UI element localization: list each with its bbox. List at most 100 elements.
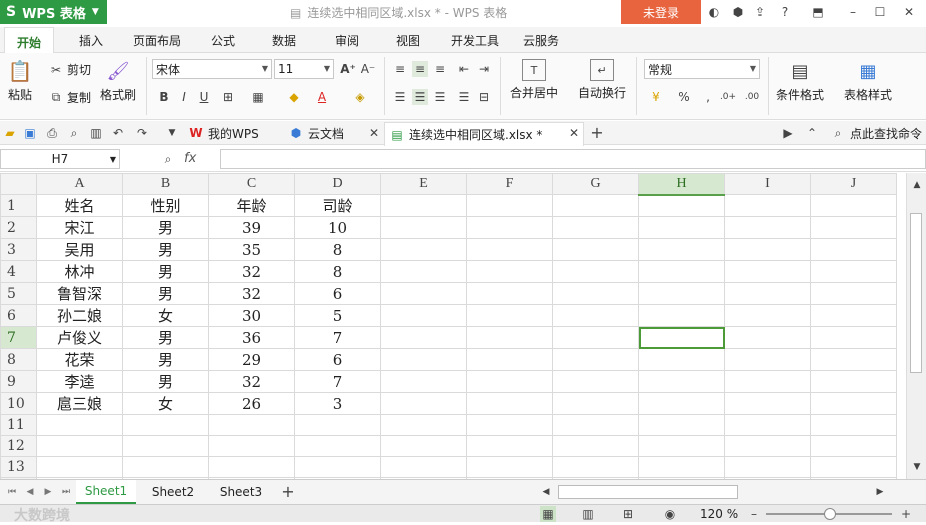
cell[interactable]: 男 [122,348,209,371]
add-sheet-icon[interactable]: + [280,482,296,501]
fill-color-icon[interactable]: ◆ [286,89,302,105]
cell[interactable] [724,456,811,478]
cell[interactable] [638,392,725,415]
cell[interactable]: 39 [208,216,295,239]
reading-mode-icon[interactable]: ◉ [662,506,678,522]
cell[interactable]: 5 [294,304,381,327]
cell[interactable]: 3 [294,392,381,415]
cell[interactable]: 男 [122,282,209,305]
select-all-corner[interactable] [0,173,37,195]
cell[interactable] [810,216,897,239]
scroll-down-icon[interactable]: ▼ [909,459,925,475]
cell[interactable] [466,435,553,457]
share-icon[interactable]: ⇪ [752,4,768,20]
cell[interactable]: 男 [122,260,209,283]
tab-my-wps[interactable]: W 我的WPS [188,121,258,145]
cell[interactable] [638,194,725,217]
cell[interactable]: 30 [208,304,295,327]
tab-review[interactable]: 审阅 [335,32,359,49]
cell[interactable] [724,282,811,305]
last-sheet-icon[interactable]: ⏭ [58,484,74,500]
wrap-text-button[interactable]: ↵ 自动换行 [578,59,626,101]
cell[interactable] [466,414,553,436]
play-icon[interactable]: ▶ [780,125,796,141]
maximize-icon[interactable]: ☐ [872,4,888,20]
cell[interactable] [552,348,639,371]
cell[interactable] [724,435,811,457]
distribute-icon[interactable]: ⊟ [476,89,492,105]
increase-decimal-icon[interactable]: .0+ [720,89,736,105]
cell[interactable] [638,282,725,305]
cell[interactable] [466,456,553,478]
cell[interactable]: 8 [294,238,381,261]
cell[interactable] [552,414,639,436]
close-tab-icon[interactable]: ✕ [366,125,382,141]
cell[interactable]: 女 [122,392,209,415]
cell[interactable]: 26 [208,392,295,415]
preview-icon[interactable]: ⌕ [66,125,82,141]
cell[interactable] [638,414,725,436]
cell[interactable] [380,435,467,457]
row-header[interactable]: 7 [0,326,37,349]
prev-sheet-icon[interactable]: ◀ [22,484,38,500]
cell[interactable] [724,238,811,261]
cell[interactable] [466,326,553,349]
cell[interactable] [552,238,639,261]
decrease-decimal-icon[interactable]: .00 [744,89,760,105]
tab-current-file[interactable]: ▤ 连续选中相同区域.xlsx * [384,122,584,146]
cell[interactable] [122,414,209,436]
italic-icon[interactable]: I [176,89,192,105]
settings-icon[interactable]: ⬢ [730,4,746,20]
cell[interactable] [810,414,897,436]
zoom-in-icon[interactable]: + [898,506,914,522]
cell[interactable] [638,348,725,371]
find-command[interactable]: ⌕ 点此查找命令 [830,121,922,145]
cell[interactable]: 7 [294,370,381,393]
cell[interactable] [552,216,639,239]
align-bottom-icon[interactable]: ≡ [432,61,448,77]
cell[interactable] [466,392,553,415]
name-box[interactable]: H7 ▼ [0,149,120,169]
cell[interactable]: 6 [294,282,381,305]
cell[interactable] [294,456,381,478]
cell[interactable] [810,392,897,415]
cell[interactable] [208,414,295,436]
cell[interactable] [724,370,811,393]
cell[interactable] [380,456,467,478]
cell[interactable] [638,304,725,327]
row-header[interactable]: 4 [0,260,37,283]
cell[interactable] [552,194,639,217]
column-header[interactable]: H [638,173,725,196]
align-middle-icon[interactable]: ≡ [412,61,428,77]
currency-icon[interactable]: ¥ [648,89,664,105]
increase-font-icon[interactable]: A⁺ [340,61,356,77]
cut-button[interactable]: ✂ 剪切 [48,61,91,78]
align-center-icon[interactable]: ☰ [412,89,428,105]
row-header[interactable]: 11 [0,414,37,436]
print-icon[interactable]: ⎙ [44,125,60,141]
cell[interactable]: 7 [294,326,381,349]
cell[interactable] [810,435,897,457]
font-size-select[interactable]: 11 ▼ [274,59,334,79]
open-folder-icon[interactable]: ▰ [2,125,18,141]
sheet-tab-1[interactable]: Sheet1 [76,480,136,504]
skin-icon[interactable]: ◐ [706,4,722,20]
tab-developer[interactable]: 开发工具 [451,32,499,49]
cell[interactable] [466,260,553,283]
bold-icon[interactable]: B [156,89,172,105]
row-header[interactable]: 10 [0,392,37,415]
row-header[interactable]: 8 [0,348,37,371]
cell[interactable]: 鲁智深 [36,282,123,305]
scroll-left-icon[interactable]: ◀ [538,484,554,500]
cell[interactable] [810,238,897,261]
cell[interactable] [638,260,725,283]
cell[interactable]: 男 [122,238,209,261]
column-header[interactable]: G [552,173,639,195]
cell[interactable] [208,456,295,478]
table-style-button[interactable]: ▦ 表格样式 [844,59,892,103]
cell[interactable] [810,194,897,217]
cell[interactable] [380,216,467,239]
help-icon[interactable]: ? [777,4,793,20]
minimize-icon[interactable]: – [845,4,861,20]
cell[interactable] [552,435,639,457]
